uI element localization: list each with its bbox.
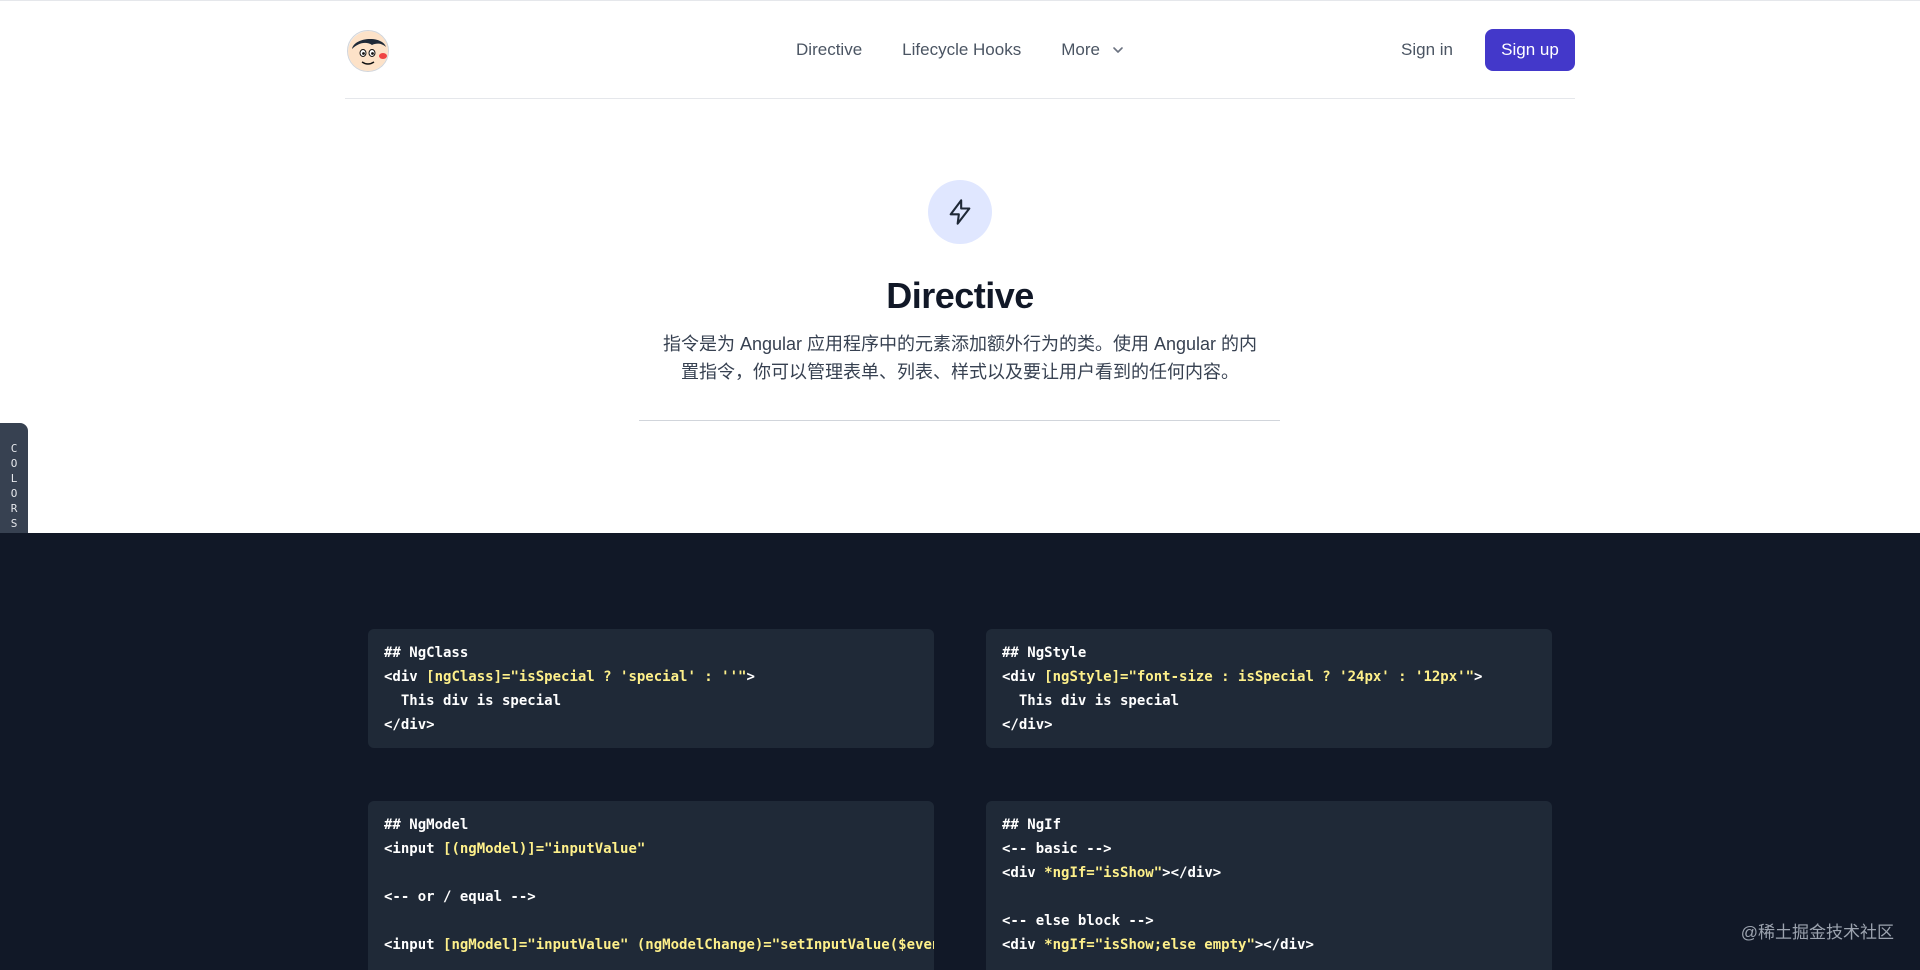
code-line: ## NgIf [1002,817,1062,833]
description-line-2: 置指令，你可以管理表单、列表、样式以及要让用户看到的任何内容。 [681,362,1239,382]
code-card-ngmodel: ## NgModel <input [(ngModel)]="inputValu… [368,801,934,970]
code-line: </div> [1002,717,1053,733]
code-highlight: [(ngModel)]="inputValue" [443,841,646,857]
colors-tab-label: COLORS [7,442,21,532]
sign-up-button[interactable]: Sign up [1485,29,1575,71]
nav-more-label: More [1061,40,1100,59]
code-line: ## NgModel [384,817,469,833]
code-line: <div [1002,865,1045,881]
hero-section: Directive 指令是为 Angular 应用程序中的元素添加额外行为的类。… [0,100,1920,533]
code-block: ## NgStyle <div [ngStyle]="font-size : i… [1002,641,1536,737]
code-line: ></div> [1254,937,1314,953]
code-block: ## NgModel <input [(ngModel)]="inputValu… [384,813,934,957]
code-card-ngif: ## NgIf <-- basic --> <div *ngIf="isShow… [986,801,1552,970]
code-highlight: [ngClass]="isSpecial ? 'special' : ''" [426,669,747,685]
colors-panel-tab[interactable]: COLORS [0,423,28,551]
code-line: ## NgClass [384,645,469,661]
code-line: <div [1002,937,1045,953]
code-line: > [1474,669,1483,685]
code-line: ## NgStyle [1002,645,1087,661]
code-line: <div [1002,669,1045,685]
main-nav: Directive Lifecycle Hooks More [345,1,1575,99]
code-line: ></div> [1162,865,1222,881]
code-card-ngstyle: ## NgStyle <div [ngStyle]="font-size : i… [986,629,1552,748]
sign-in-link[interactable]: Sign in [1401,40,1453,60]
page-description: 指令是为 Angular 应用程序中的元素添加额外行为的类。使用 Angular… [660,330,1260,386]
nav-link-directive[interactable]: Directive [796,40,862,60]
nav-more-dropdown[interactable]: More [1061,40,1124,60]
code-line: <div [384,669,427,685]
code-line: > [746,669,755,685]
code-line: <input [384,937,444,953]
code-block: ## NgIf <-- basic --> <div *ngIf="isShow… [1002,813,1536,957]
code-line: <-- or / equal --> [384,889,536,905]
code-highlight: [ngStyle]="font-size : isSpecial ? '24px… [1044,669,1475,685]
watermark: @稀土掘金技术社区 [1740,923,1894,942]
page-title: Directive [886,275,1034,316]
divider [639,420,1280,421]
nav-link-lifecycle-hooks[interactable]: Lifecycle Hooks [902,40,1021,60]
code-examples-section: ## NgClass <div [ngClass]="isSpecial ? '… [0,533,1920,970]
code-highlight: [ngModel]="inputValue" (ngModelChange)="… [443,937,934,953]
code-line: This div is special [1002,693,1180,709]
auth-actions: Sign in Sign up [1401,29,1575,71]
code-highlight: *ngIf="isShow;else empty" [1044,937,1255,953]
code-line: This div is special [384,693,562,709]
code-line: <-- else block --> [1002,913,1154,929]
code-block: ## NgClass <div [ngClass]="isSpecial ? '… [384,641,918,737]
lightning-icon [928,180,992,244]
code-highlight: *ngIf="isShow" [1044,865,1163,881]
code-line: <input [384,841,444,857]
code-card-ngclass: ## NgClass <div [ngClass]="isSpecial ? '… [368,629,934,748]
navbar: Directive Lifecycle Hooks More Sign in S… [345,1,1575,99]
chevron-down-icon [1113,47,1123,53]
description-line-1: 指令是为 Angular 应用程序中的元素添加额外行为的类。使用 Angular… [662,334,1258,354]
code-line: </div> [384,717,435,733]
code-line: <-- basic --> [1002,841,1112,857]
